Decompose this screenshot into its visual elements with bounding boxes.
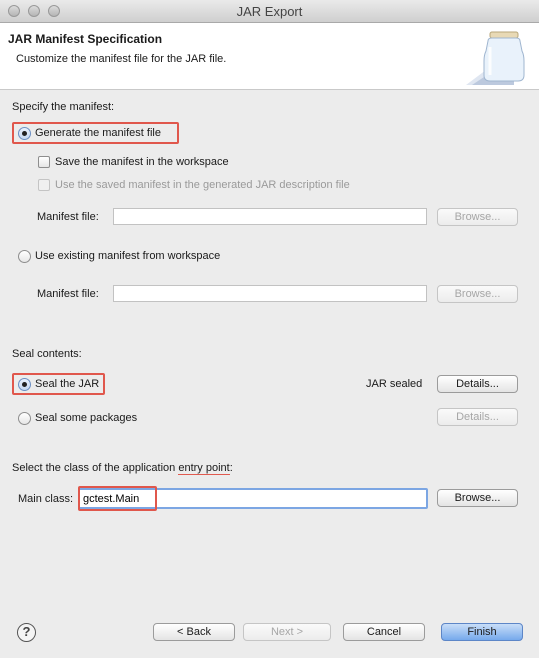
seal-packages-label[interactable]: Seal some packages xyxy=(35,412,137,424)
seal-jar-radio[interactable] xyxy=(18,378,31,391)
next-button[interactable]: Next > xyxy=(243,623,331,641)
packages-details-button[interactable]: Details... xyxy=(437,408,518,426)
generate-manifest-label[interactable]: Generate the manifest file xyxy=(35,127,161,139)
manifest-file-input[interactable] xyxy=(113,208,427,225)
seal-packages-radio[interactable] xyxy=(18,412,31,425)
main-class-browse-button[interactable]: Browse... xyxy=(437,489,518,507)
page-subtitle: Customize the manifest file for the JAR … xyxy=(16,53,227,65)
use-existing-manifest-label[interactable]: Use existing manifest from workspace xyxy=(35,250,220,262)
back-button[interactable]: < Back xyxy=(153,623,235,641)
cancel-button[interactable]: Cancel xyxy=(343,623,425,641)
manifest-section-label: Specify the manifest: xyxy=(12,101,115,113)
help-icon[interactable]: ? xyxy=(17,623,36,642)
wizard-banner: JAR Manifest Specification Customize the… xyxy=(0,23,539,90)
manifest-browse-button[interactable]: Browse... xyxy=(437,208,518,226)
main-class-highlight xyxy=(78,486,157,511)
seal-status-text: JAR sealed xyxy=(366,378,423,390)
finish-button[interactable]: Finish xyxy=(441,623,523,641)
page-title: JAR Manifest Specification xyxy=(8,32,163,46)
main-class-label: Main class: xyxy=(18,493,74,505)
seal-details-button[interactable]: Details... xyxy=(437,375,518,393)
existing-manifest-file-input[interactable] xyxy=(113,285,427,302)
entry-point-section-label: Select the class of the application entr… xyxy=(12,462,233,475)
jar-icon xyxy=(466,29,532,85)
use-existing-manifest-radio[interactable] xyxy=(18,250,31,263)
save-manifest-label[interactable]: Save the manifest in the workspace xyxy=(55,156,229,168)
seal-jar-label[interactable]: Seal the JAR xyxy=(35,378,99,390)
entry-point-link: entry point xyxy=(178,462,230,475)
seal-section-label: Seal contents: xyxy=(12,348,82,360)
use-saved-manifest-label: Use the saved manifest in the generated … xyxy=(55,179,350,191)
generate-manifest-radio[interactable] xyxy=(18,127,31,140)
manifest-file-label: Manifest file: xyxy=(37,211,99,223)
existing-manifest-file-label: Manifest file: xyxy=(37,288,99,300)
use-saved-manifest-checkbox[interactable] xyxy=(38,179,50,191)
existing-manifest-browse-button[interactable]: Browse... xyxy=(437,285,518,303)
window-title: JAR Export xyxy=(236,4,303,19)
save-manifest-checkbox[interactable] xyxy=(38,156,50,168)
title-bar: JAR Export xyxy=(0,0,539,23)
